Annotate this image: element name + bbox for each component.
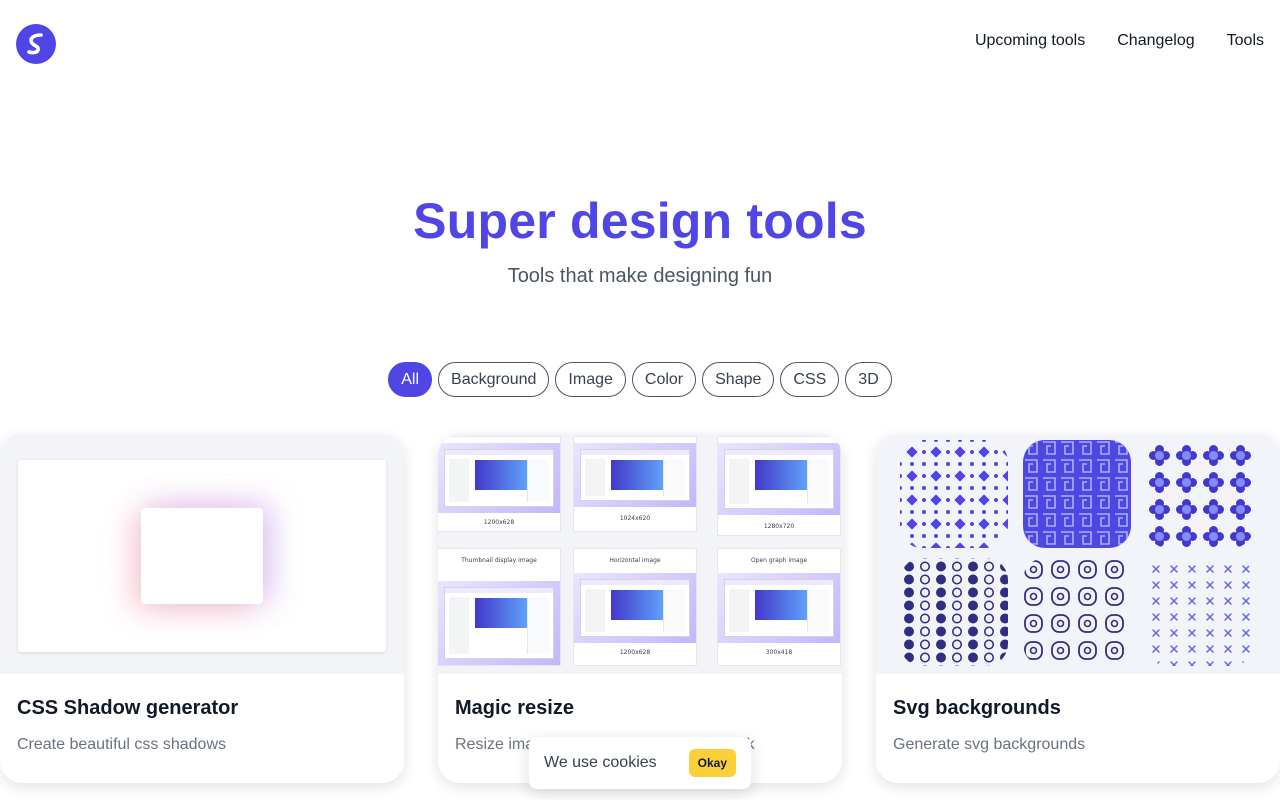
cookie-banner: We use cookies Okay <box>529 737 751 789</box>
card-title: Svg backgrounds <box>893 697 1061 719</box>
site-header: Upcoming tools Changelog Tools <box>0 0 1280 88</box>
top-nav: Upcoming tools Changelog Tools <box>975 32 1264 50</box>
page-title: Super design tools <box>413 193 867 249</box>
resize-thumb: 1280x720 <box>717 436 841 536</box>
card-preview: 1200x628 1024x620 1280x720 Thumbnail dis… <box>438 434 842 674</box>
card-preview <box>876 434 1280 674</box>
shadow-preview-box <box>141 508 263 604</box>
page-subtitle: Tools that make designing fun <box>507 265 773 287</box>
resize-thumb: 1200x628 <box>438 436 561 532</box>
shadow-preview-canvas <box>18 460 386 652</box>
tool-card-magic-resize[interactable]: 1200x628 1024x620 1280x720 Thumbnail dis… <box>438 434 842 783</box>
pattern-tile-squircles <box>1023 558 1131 666</box>
card-description: Generate svg backgrounds <box>893 736 1086 753</box>
filter-css[interactable]: CSS <box>780 362 840 397</box>
nav-upcoming-tools[interactable]: Upcoming tools <box>975 32 1085 50</box>
filter-3d[interactable]: 3D <box>845 362 892 397</box>
category-filters: All Background Image Color Shape CSS 3D <box>0 362 1280 397</box>
pattern-tile-flowers <box>1146 440 1254 548</box>
nav-tools[interactable]: Tools <box>1227 32 1264 50</box>
nav-changelog[interactable]: Changelog <box>1117 32 1194 50</box>
s-logo-icon[interactable] <box>16 24 56 64</box>
resize-thumb: 1024x620 <box>573 436 697 532</box>
pattern-tile-maze <box>1023 440 1131 548</box>
card-title: Magic resize <box>455 697 574 719</box>
resize-thumb: Open graph image 300x418 <box>717 548 841 666</box>
pattern-tile-circles <box>900 558 1008 666</box>
cookie-accept-button[interactable]: Okay <box>688 749 736 777</box>
card-title: CSS Shadow generator <box>17 697 239 719</box>
filter-all[interactable]: All <box>388 362 433 397</box>
resize-thumb: Horizontal image 1200x628 <box>573 548 697 666</box>
filter-image[interactable]: Image <box>555 362 626 397</box>
resize-thumb: Thumbnail display image <box>438 548 561 666</box>
cookie-text: We use cookies <box>544 754 657 771</box>
pattern-tile-diamonds <box>900 440 1008 548</box>
filter-shape[interactable]: Shape <box>702 362 775 397</box>
tool-card-svg-backgrounds[interactable]: Svg backgrounds Generate svg backgrounds <box>876 434 1280 783</box>
filter-background[interactable]: Background <box>438 362 550 397</box>
tool-card-css-shadow[interactable]: CSS Shadow generator Create beautiful cs… <box>0 434 404 783</box>
pattern-tile-crosses <box>1146 558 1254 666</box>
filter-color[interactable]: Color <box>631 362 697 397</box>
card-description: Create beautiful css shadows <box>17 736 226 753</box>
card-preview <box>0 434 404 674</box>
